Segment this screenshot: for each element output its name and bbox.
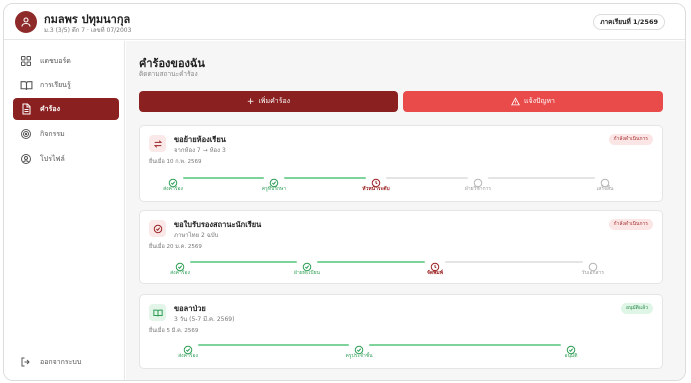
app-window: กมลพร ปทุมนากุล ม.3 (3/5) ตึก 7 · เลขที่… [3,3,686,381]
step-label: ส่งคำร้อง [170,270,190,276]
progress-step: รับเอกสาร [563,257,623,277]
report-problem-label: แจ้งปัญหา [524,97,555,105]
progress-step: เสร็จสิ้น [575,173,635,193]
sidebar-item-label: กิจกรรม [40,129,65,138]
step-label: จัดพิมพ์ [426,270,444,276]
user-class-info: ม.3 (3/5) ตึก 7 · เลขที่ 07/2003 [44,27,132,34]
progress-step: ส่งคำร้อง [143,173,203,193]
warning-icon [511,97,520,106]
sidebar-item-requests[interactable]: คำร้อง [13,98,119,120]
status-badge: กำลังดำเนินการ [608,219,653,230]
step-label: ครูประจำชั้น [345,353,373,359]
request-detail: จากห้อง 7 → ห้อง 3 [174,147,226,154]
check-circle-icon [354,340,364,355]
request-card-sick-leave[interactable]: ขอลาป่วย 3 วัน (5-7 มี.ค. 2569) อนุมัติแ… [139,294,663,369]
logout-label: ออกจากระบบ [40,357,82,366]
progress-step: หัวหน้าระดับ [346,173,406,193]
logout-icon [19,355,33,369]
sidebar-item-label: การเรียนรู้ [40,80,71,89]
step-label: ครูที่ปรึกษา [261,186,287,192]
request-detail: ภาษาไทย 2 ฉบับ [174,232,219,239]
avatar[interactable] [15,11,37,33]
step-label: รับเอกสาร [581,270,605,276]
check-circle-icon [175,257,185,272]
clock-icon [371,173,381,188]
empty-circle-icon [473,173,483,188]
main-content: คำร้องของฉัน ติดตามสถานะคำร้อง + เพิ่มคำ… [126,41,685,380]
sidebar-item-profile[interactable]: โปรไฟล์ [13,148,119,170]
step-label: เสร็จสิ้น [596,186,614,192]
progress-step: ครูที่ปรึกษา [244,173,304,193]
check-circle-icon [168,173,178,188]
check-circle-icon [183,340,193,355]
request-date: ยื่นเมื่อ 20 ม.ค. 2569 [149,244,202,250]
book-open-icon [149,304,166,321]
status-badge: อนุมัติแล้ว [620,303,653,314]
check-circle-icon [269,173,279,188]
swap-icon [149,135,166,152]
clock-icon [430,257,440,272]
check-circle-icon [149,220,166,237]
step-label: ฝ่ายทะเบียน [294,270,320,276]
progress-step: ครูประจำชั้น [329,340,389,360]
sidebar: แดชบอร์ด การเรียนรู้ คำร้อง กิจกรรม โปรไ… [4,41,125,380]
step-connector [369,344,561,346]
step-connector [198,344,349,346]
sidebar-item-label: แดชบอร์ด [40,56,71,65]
add-request-label: เพิ่มคำร้อง [258,97,291,105]
user-icon [21,17,31,27]
step-label: ส่งคำร้อง [178,353,198,359]
progress-step: ฝ่ายทะเบียน [277,257,337,277]
progress-step: อนุมัติ [541,340,601,360]
top-bar: กมลพร ปทุมนากุล ม.3 (3/5) ตึก 7 · เลขที่… [4,4,685,40]
page-subtitle: ติดตามสถานะคำร้อง [139,70,198,78]
sidebar-item-label: โปรไฟล์ [40,154,65,163]
status-badge: กำลังดำเนินการ [608,134,653,145]
progress-step: จัดพิมพ์ [405,257,465,277]
request-date: ยื่นเมื่อ 10 ก.พ. 2569 [149,159,202,165]
step-label: หัวหน้าระดับ [362,186,390,192]
grid-icon [19,54,33,68]
step-label: ฝ่ายวิชาการ [464,186,492,192]
progress-step: ส่งคำร้อง [150,257,210,277]
sidebar-item-dashboard[interactable]: แดชบอร์ด [13,50,119,72]
report-problem-button[interactable]: แจ้งปัญหา [403,91,663,112]
document-icon [19,102,33,116]
user-circle-icon [19,152,33,166]
empty-circle-icon [588,257,598,272]
add-request-button[interactable]: + เพิ่มคำร้อง [139,91,398,112]
progress-step: ส่งคำร้อง [158,340,218,360]
sidebar-item-activities[interactable]: กิจกรรม [13,123,119,145]
request-detail: 3 วัน (5-7 มี.ค. 2569) [174,316,235,323]
request-card-room-transfer[interactable]: ขอย้ายห้องเรียน จากห้อง 7 → ห้อง 3 กำลัง… [139,125,663,202]
semester-badge[interactable]: ภาคเรียนที่ 1/2569 [593,14,665,30]
progress-step: ฝ่ายวิชาการ [448,173,508,193]
check-circle-icon [302,257,312,272]
target-icon [19,127,33,141]
plus-icon: + [246,96,255,107]
book-icon [19,78,33,92]
step-label: ส่งคำร้อง [163,186,183,192]
logout-button[interactable]: ออกจากระบบ [13,352,119,372]
request-card-certificate[interactable]: ขอใบรับรองสถานะนักเรียน ภาษาไทย 2 ฉบับ ก… [139,210,663,284]
empty-circle-icon [600,173,610,188]
request-date: ยื่นเมื่อ 5 มี.ค. 2569 [149,328,199,334]
sidebar-item-label: คำร้อง [40,104,60,113]
check-circle-icon [566,340,576,355]
sidebar-item-learning[interactable]: การเรียนรู้ [13,74,119,96]
step-label: อนุมัติ [564,353,578,359]
